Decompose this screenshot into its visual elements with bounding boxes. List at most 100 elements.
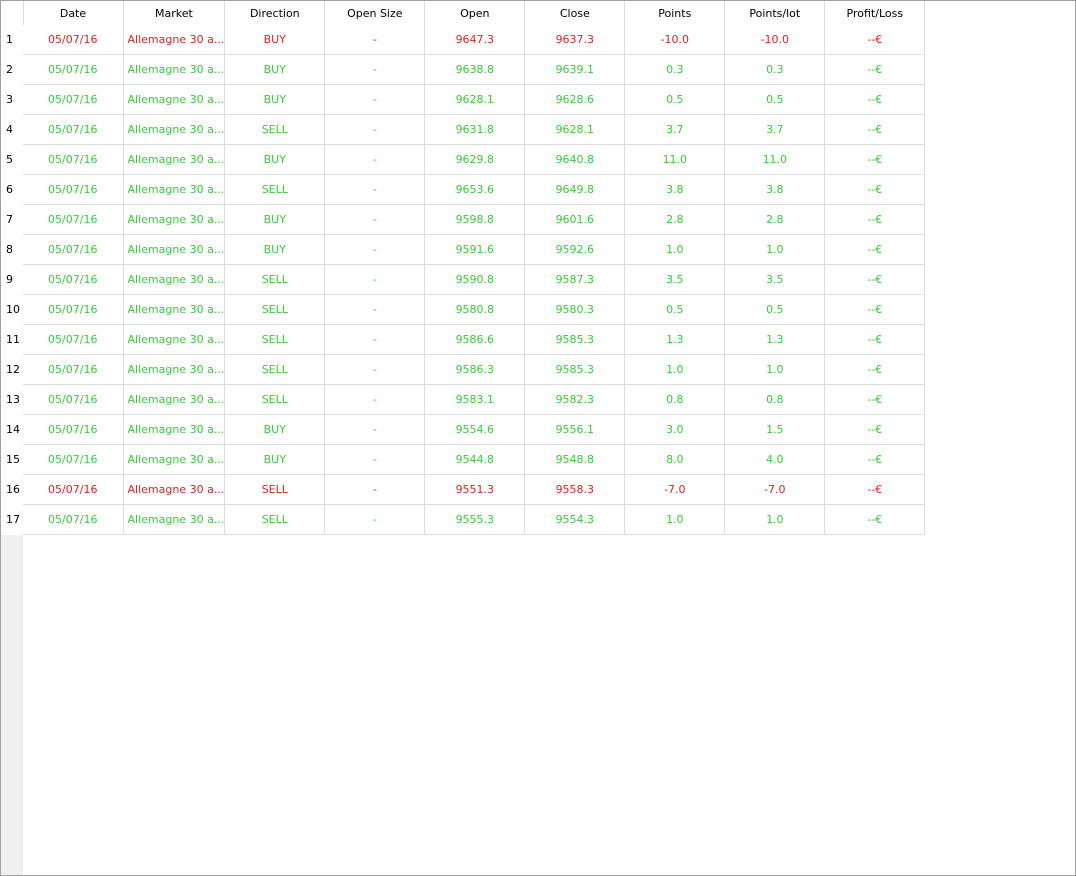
cell-market[interactable]: Allemagne 30 a...	[123, 114, 226, 145]
cell-open[interactable]: 9551.3	[424, 474, 526, 505]
cell-direction[interactable]: SELL	[224, 114, 326, 145]
cell-close[interactable]: 9592.6	[524, 234, 626, 265]
cell-date[interactable]: 05/07/16	[23, 234, 124, 265]
cell-points-per-lot[interactable]: 0.5	[724, 84, 826, 115]
cell-market[interactable]: Allemagne 30 a...	[123, 84, 226, 115]
cell-date[interactable]: 05/07/16	[23, 204, 124, 235]
cell-open[interactable]: 9631.8	[424, 114, 526, 145]
cell-points[interactable]: 2.8	[624, 204, 726, 235]
cell-open[interactable]: 9647.3	[424, 25, 526, 55]
cell-market[interactable]: Allemagne 30 a...	[123, 354, 226, 385]
cell-profit-loss[interactable]: --€	[824, 354, 926, 385]
table-row[interactable]: 9 05/07/16 Allemagne 30 a... SELL - 9590…	[1, 264, 926, 295]
cell-open-size[interactable]: -	[324, 444, 426, 475]
cell-points-per-lot[interactable]: 1.0	[724, 504, 826, 535]
column-header-profit-loss[interactable]: Profit/Loss	[824, 1, 926, 25]
cell-points[interactable]: -7.0	[624, 474, 726, 505]
cell-points[interactable]: 3.0	[624, 414, 726, 445]
cell-points-per-lot[interactable]: 0.3	[724, 54, 826, 85]
cell-close[interactable]: 9639.1	[524, 54, 626, 85]
table-row[interactable]: 15 05/07/16 Allemagne 30 a... BUY - 9544…	[1, 444, 926, 475]
cell-open[interactable]: 9629.8	[424, 144, 526, 175]
cell-points[interactable]: 3.5	[624, 264, 726, 295]
cell-open-size[interactable]: -	[324, 114, 426, 145]
cell-points-per-lot[interactable]: 4.0	[724, 444, 826, 475]
cell-date[interactable]: 05/07/16	[23, 354, 124, 385]
cell-direction[interactable]: BUY	[224, 25, 326, 55]
cell-date[interactable]: 05/07/16	[23, 414, 124, 445]
cell-direction[interactable]: SELL	[224, 474, 326, 505]
cell-open-size[interactable]: -	[324, 324, 426, 355]
cell-date[interactable]: 05/07/16	[23, 84, 124, 115]
cell-open-size[interactable]: -	[324, 204, 426, 235]
cell-profit-loss[interactable]: --€	[824, 414, 926, 445]
table-row[interactable]: 12 05/07/16 Allemagne 30 a... SELL - 958…	[1, 354, 926, 385]
cell-open[interactable]: 9586.3	[424, 354, 526, 385]
cell-date[interactable]: 05/07/16	[23, 324, 124, 355]
cell-market[interactable]: Allemagne 30 a...	[123, 54, 226, 85]
cell-points-per-lot[interactable]: -7.0	[724, 474, 826, 505]
cell-direction[interactable]: SELL	[224, 504, 326, 535]
column-header-direction[interactable]: Direction	[224, 1, 326, 25]
cell-open-size[interactable]: -	[324, 504, 426, 535]
cell-date[interactable]: 05/07/16	[23, 474, 124, 505]
cell-date[interactable]: 05/07/16	[23, 504, 124, 535]
cell-date[interactable]: 05/07/16	[23, 444, 124, 475]
cell-date[interactable]: 05/07/16	[23, 114, 124, 145]
cell-points-per-lot[interactable]: 1.0	[724, 234, 826, 265]
cell-close[interactable]: 9554.3	[524, 504, 626, 535]
cell-market[interactable]: Allemagne 30 a...	[123, 474, 226, 505]
cell-close[interactable]: 9556.1	[524, 414, 626, 445]
table-row[interactable]: 1 05/07/16 Allemagne 30 a... BUY - 9647.…	[1, 25, 926, 55]
column-header-date[interactable]: Date	[23, 1, 124, 25]
cell-date[interactable]: 05/07/16	[23, 264, 124, 295]
cell-direction[interactable]: BUY	[224, 54, 326, 85]
cell-open[interactable]: 9580.8	[424, 294, 526, 325]
cell-open-size[interactable]: -	[324, 384, 426, 415]
cell-market[interactable]: Allemagne 30 a...	[123, 324, 226, 355]
cell-date[interactable]: 05/07/16	[23, 174, 124, 205]
cell-profit-loss[interactable]: --€	[824, 234, 926, 265]
cell-market[interactable]: Allemagne 30 a...	[123, 174, 226, 205]
cell-points-per-lot[interactable]: 3.8	[724, 174, 826, 205]
cell-profit-loss[interactable]: --€	[824, 204, 926, 235]
cell-open[interactable]: 9555.3	[424, 504, 526, 535]
cell-market[interactable]: Allemagne 30 a...	[123, 144, 226, 175]
cell-direction[interactable]: BUY	[224, 204, 326, 235]
cell-close[interactable]: 9580.3	[524, 294, 626, 325]
cell-points-per-lot[interactable]: 0.8	[724, 384, 826, 415]
table-row[interactable]: 4 05/07/16 Allemagne 30 a... SELL - 9631…	[1, 114, 926, 145]
column-header-market[interactable]: Market	[123, 1, 226, 25]
cell-open[interactable]: 9638.8	[424, 54, 526, 85]
cell-points-per-lot[interactable]: 11.0	[724, 144, 826, 175]
cell-points[interactable]: 11.0	[624, 144, 726, 175]
table-row[interactable]: 2 05/07/16 Allemagne 30 a... BUY - 9638.…	[1, 54, 926, 85]
cell-points[interactable]: 0.5	[624, 84, 726, 115]
cell-profit-loss[interactable]: --€	[824, 264, 926, 295]
cell-points[interactable]: 1.0	[624, 234, 726, 265]
cell-open-size[interactable]: -	[324, 25, 426, 55]
table-row[interactable]: 10 05/07/16 Allemagne 30 a... SELL - 958…	[1, 294, 926, 325]
cell-direction[interactable]: SELL	[224, 294, 326, 325]
cell-market[interactable]: Allemagne 30 a...	[123, 234, 226, 265]
cell-direction[interactable]: SELL	[224, 384, 326, 415]
cell-points[interactable]: 1.0	[624, 354, 726, 385]
cell-direction[interactable]: BUY	[224, 444, 326, 475]
cell-open-size[interactable]: -	[324, 174, 426, 205]
cell-open-size[interactable]: -	[324, 474, 426, 505]
table-row[interactable]: 17 05/07/16 Allemagne 30 a... SELL - 955…	[1, 504, 926, 535]
cell-date[interactable]: 05/07/16	[23, 294, 124, 325]
cell-profit-loss[interactable]: --€	[824, 294, 926, 325]
cell-points-per-lot[interactable]: 3.7	[724, 114, 826, 145]
cell-market[interactable]: Allemagne 30 a...	[123, 444, 226, 475]
cell-points[interactable]: 8.0	[624, 444, 726, 475]
cell-direction[interactable]: BUY	[224, 414, 326, 445]
cell-profit-loss[interactable]: --€	[824, 25, 926, 55]
cell-market[interactable]: Allemagne 30 a...	[123, 294, 226, 325]
cell-points-per-lot[interactable]: 0.5	[724, 294, 826, 325]
cell-profit-loss[interactable]: --€	[824, 324, 926, 355]
cell-close[interactable]: 9637.3	[524, 25, 626, 55]
cell-open[interactable]: 9591.6	[424, 234, 526, 265]
cell-points[interactable]: 0.8	[624, 384, 726, 415]
cell-open[interactable]: 9590.8	[424, 264, 526, 295]
